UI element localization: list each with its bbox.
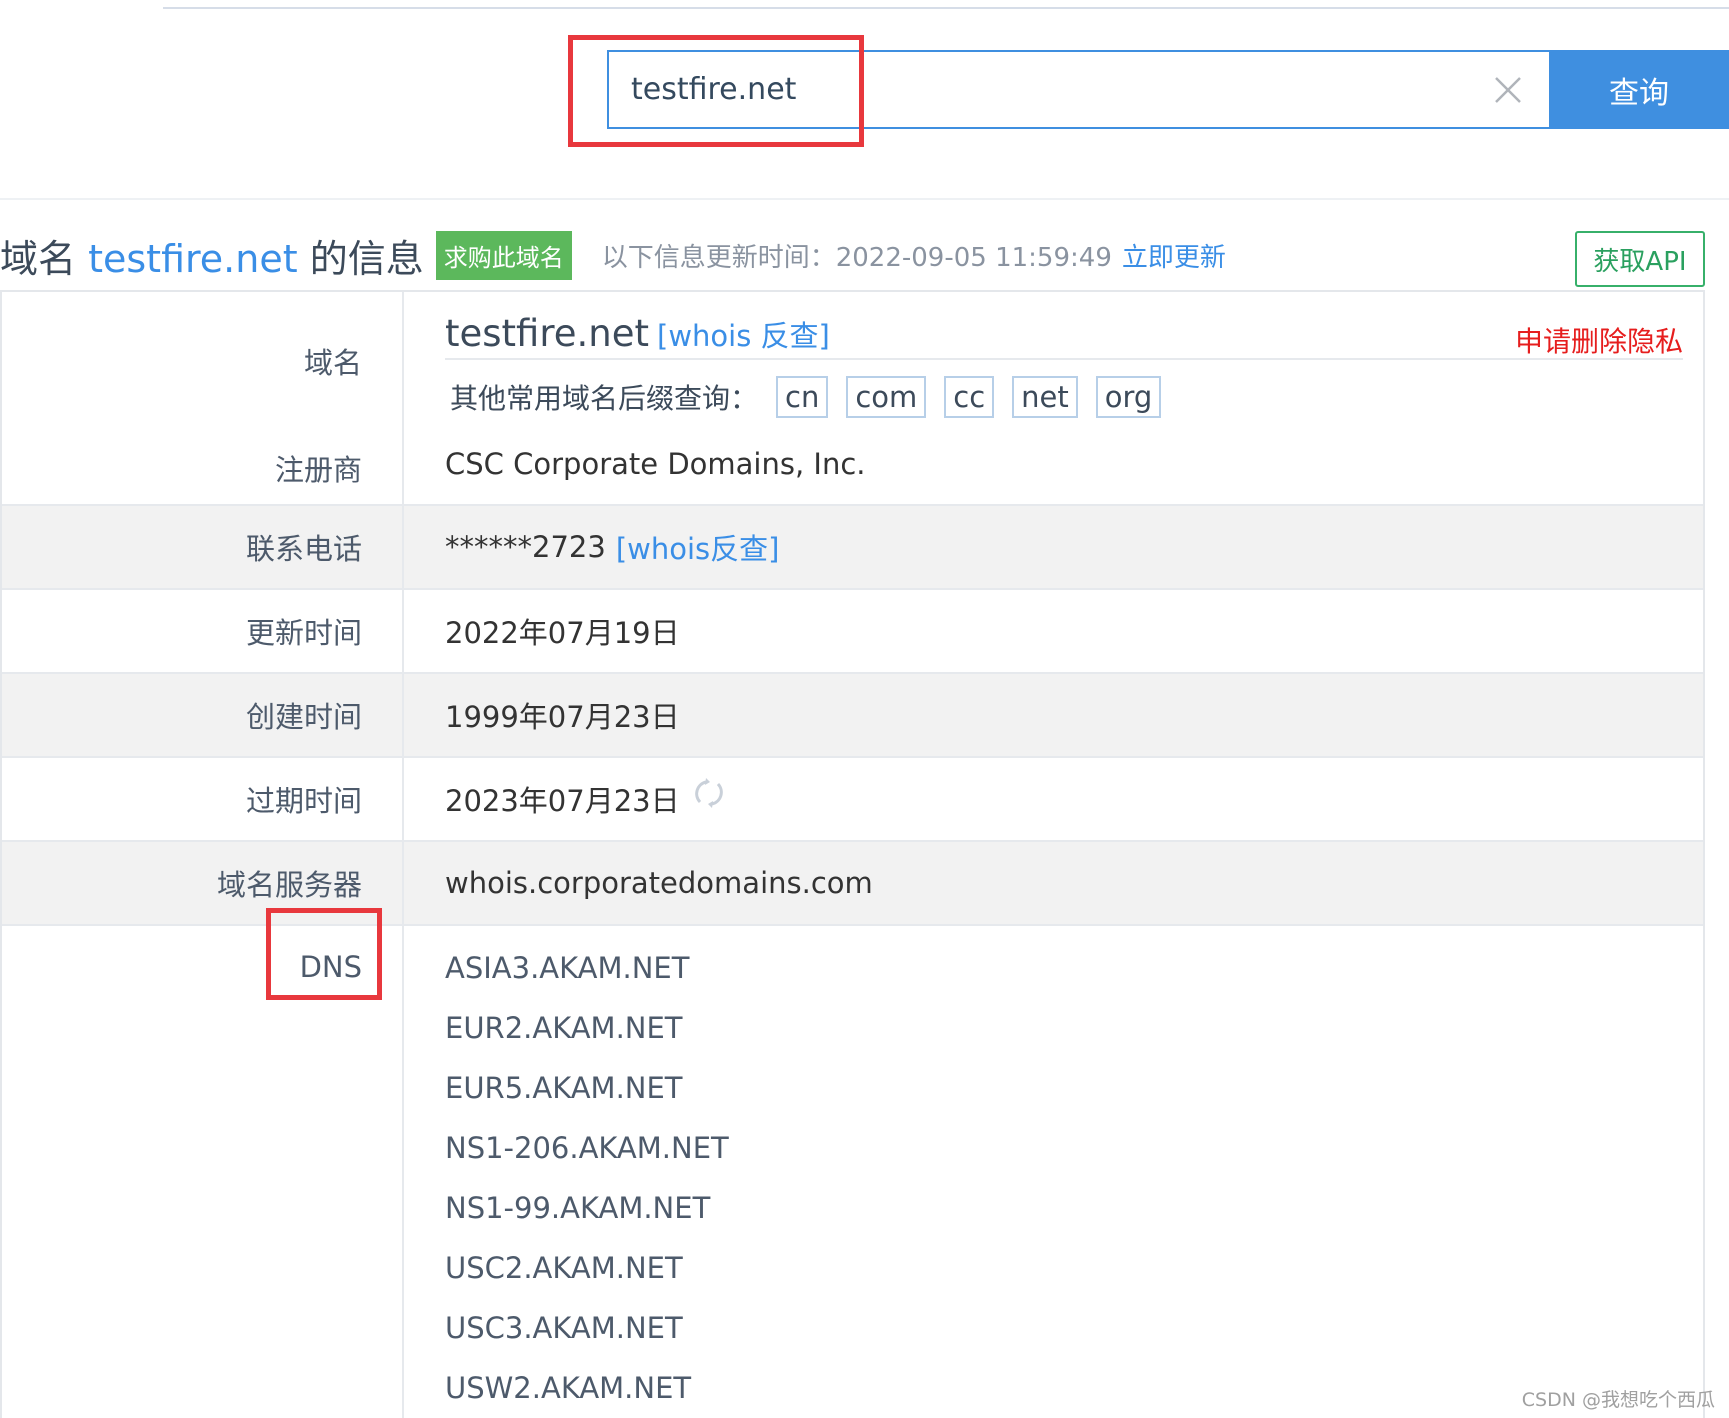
table-row: 过期时间 2023年07月23日 (2, 758, 1703, 842)
update-now-link[interactable]: 立即更新 (1122, 237, 1226, 274)
dns-item: NS1-206.AKAM.NET (445, 1131, 729, 1165)
suffix-prompt: 其他常用域名后缀查询： (450, 382, 759, 415)
dns-label: DNS (2, 926, 404, 1418)
refresh-icon[interactable] (692, 776, 726, 810)
close-icon[interactable] (1492, 74, 1524, 106)
registrar-label: 注册商 (274, 453, 362, 487)
updated-value: 2022年07月19日 (445, 616, 680, 650)
phone-label: 联系电话 (2, 506, 404, 588)
table-row: 联系电话 ******2723 [whois反查] (2, 506, 1703, 590)
suffix-query: 其他常用域名后缀查询： cn com cc net org (450, 376, 1162, 418)
get-api-button[interactable]: 获取API (1575, 231, 1705, 287)
phone-value: ******2723 (445, 530, 606, 564)
table-row: 域名服务器 whois.corporatedomains.com (2, 842, 1703, 926)
suffix-org[interactable]: org (1095, 376, 1162, 418)
section-divider (0, 198, 1729, 200)
dns-item: USC2.AKAM.NET (445, 1251, 683, 1285)
suffix-cn[interactable]: cn (776, 376, 829, 418)
dns-item: ASIA3.AKAM.NET (445, 951, 690, 985)
dns-item: USC3.AKAM.NET (445, 1311, 683, 1345)
suffix-com[interactable]: com (846, 376, 927, 418)
created-value: 1999年07月23日 (445, 700, 680, 734)
domain-line: testfire.net [whois 反查] 申请删除隐私 (445, 312, 1683, 360)
dns-list: ASIA3.AKAM.NET EUR2.AKAM.NET EUR5.AKAM.N… (404, 926, 1703, 1418)
top-divider (163, 7, 1729, 9)
dns-item: EUR5.AKAM.NET (445, 1071, 683, 1105)
whois-table: 域名 注册商 testfire.net [whois 反查] 申请删除隐私 其他常… (0, 290, 1705, 1418)
search-button[interactable]: 查询 (1549, 50, 1729, 129)
search-bar: 查询 (607, 50, 1729, 129)
dns-item: EUR2.AKAM.NET (445, 1011, 683, 1045)
page-title: 域名 testfire.net 的信息 (0, 236, 424, 281)
phone-whois-link[interactable]: [whois反查] (616, 526, 780, 568)
registrar-value: CSC Corporate Domains, Inc. (445, 447, 866, 481)
row-label: 域名 注册商 (2, 292, 404, 504)
info-header: 域名 testfire.net 的信息 求购此域名 以下信息更新时间：2022-… (0, 228, 1226, 282)
table-row: DNS ASIA3.AKAM.NET EUR2.AKAM.NET EUR5.AK… (2, 926, 1703, 1418)
server-label: 域名服务器 (2, 842, 404, 924)
row-value: testfire.net [whois 反查] 申请删除隐私 其他常用域名后缀查询… (404, 292, 1703, 504)
suffix-cc[interactable]: cc (944, 376, 995, 418)
table-row: 域名 注册商 testfire.net [whois 反查] 申请删除隐私 其他常… (2, 292, 1703, 506)
table-row: 创建时间 1999年07月23日 (2, 674, 1703, 758)
domain-whois-link[interactable]: [whois 反查] (657, 319, 830, 353)
title-domain: testfire.net (88, 236, 298, 281)
server-value: whois.corporatedomains.com (445, 866, 873, 900)
search-field[interactable] (607, 50, 1549, 129)
search-input[interactable] (631, 72, 1511, 107)
suffix-net[interactable]: net (1012, 376, 1078, 418)
domain-label: 域名 (303, 346, 362, 380)
dns-item: NS1-99.AKAM.NET (445, 1191, 711, 1225)
expires-value: 2023年07月23日 (445, 784, 680, 818)
privacy-delete-link[interactable]: 申请删除隐私 (1515, 320, 1683, 360)
row-value: ******2723 [whois反查] (404, 506, 1703, 588)
update-time-text: 以下信息更新时间：2022-09-05 11:59:49 (601, 242, 1112, 273)
row-value: 2023年07月23日 (404, 758, 1703, 840)
table-row: 更新时间 2022年07月19日 (2, 590, 1703, 674)
updated-label: 更新时间 (2, 590, 404, 672)
dns-item: USW2.AKAM.NET (445, 1371, 692, 1405)
expires-label: 过期时间 (2, 758, 404, 840)
created-label: 创建时间 (2, 674, 404, 756)
watermark: CSDN @我想吃个西瓜 (1521, 1389, 1715, 1411)
buy-domain-button[interactable]: 求购此域名 (435, 230, 572, 280)
domain-value: testfire.net (445, 312, 650, 355)
